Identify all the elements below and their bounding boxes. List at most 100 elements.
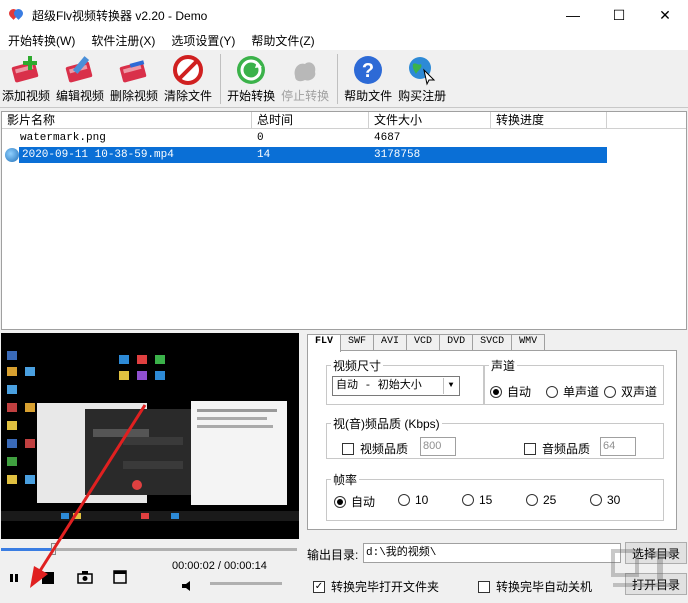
stop-convert-label: 停止转换 <box>281 89 330 103</box>
fps-30-label: 30 <box>607 493 621 507</box>
fps-25-label: 25 <box>543 493 557 507</box>
file-duration: 14 <box>257 148 271 161</box>
channel-auto-label: 自动 <box>507 385 532 399</box>
svg-text:?: ? <box>362 60 374 82</box>
menu-options[interactable]: 选项设置(Y) <box>163 32 243 49</box>
file-name: watermark.png <box>20 131 106 144</box>
file-size: 4687 <box>374 131 401 144</box>
table-row-selected[interactable]: 2020-09-11 10-38-59.mp4 14 3178758 <box>2 146 686 163</box>
fps-25-radio[interactable]: 25 <box>526 493 556 507</box>
tab-svcd[interactable]: SVCD <box>472 334 513 351</box>
delete-video-button[interactable]: 删除视频 <box>108 54 160 104</box>
fullscreen-button[interactable] <box>110 567 130 587</box>
audio-quality-checkbox[interactable]: 音频品质 <box>524 440 590 457</box>
output-dir-label: 输出目录: <box>307 548 359 562</box>
video-size-value: 自动 - 初始大小 <box>336 380 422 392</box>
flv-settings-panel: 视频尺寸 自动 - 初始大小 ▼ 声道 自动 单声道 双声道 视(音)频品质 (… <box>307 350 677 530</box>
delete-video-icon <box>119 60 147 83</box>
edit-video-label: 编辑视频 <box>56 89 105 103</box>
buy-register-button[interactable]: 购买注册 <box>396 54 448 104</box>
camera-icon <box>77 571 93 584</box>
menu-bar: 开始转换(W) 软件注册(X) 选项设置(Y) 帮助文件(Z) <box>0 30 688 51</box>
file-name: 2020-09-11 10-38-59.mp4 <box>22 148 174 161</box>
channel-stereo-radio[interactable]: 双声道 <box>604 383 657 400</box>
stop-convert-icon <box>294 62 316 82</box>
minimize-button[interactable]: — <box>550 0 596 30</box>
close-button[interactable]: ✕ <box>642 0 688 30</box>
file-list[interactable]: 影片名称 总时间 文件大小 转换进度 watermark.png 0 4687 … <box>1 111 687 330</box>
fps-label: 帧率 <box>333 473 358 487</box>
column-name[interactable]: 影片名称 <box>2 112 252 128</box>
open-folder-checkbox[interactable]: ✓ 转换完毕打开文件夹 <box>313 578 439 595</box>
menu-help[interactable]: 帮助文件(Z) <box>243 32 322 49</box>
start-convert-icon <box>237 56 266 84</box>
video-preview[interactable] <box>1 333 299 539</box>
tab-vcd[interactable]: VCD <box>406 334 441 351</box>
video-size-select[interactable]: 自动 - 初始大小 ▼ <box>332 376 460 396</box>
file-duration: 0 <box>257 131 264 144</box>
fps-auto-radio[interactable]: 自动 <box>334 493 375 510</box>
seek-handle[interactable] <box>51 543 57 555</box>
menu-register[interactable]: 软件注册(X) <box>83 32 163 49</box>
video-file-icon <box>5 147 19 162</box>
fps-30-radio[interactable]: 30 <box>590 493 620 507</box>
title-bar: 超级Flv视频转换器 v2.20 - Demo — ☐ ✕ <box>0 0 688 30</box>
window-icon <box>113 570 127 584</box>
fps-10-radio[interactable]: 10 <box>398 493 428 507</box>
fps-15-radio[interactable]: 15 <box>462 493 492 507</box>
volume-button[interactable] <box>178 576 198 596</box>
column-progress[interactable]: 转换进度 <box>491 112 607 128</box>
tab-avi[interactable]: AVI <box>373 334 408 351</box>
start-convert-button[interactable]: 开始转换 <box>225 54 277 104</box>
menu-start-convert[interactable]: 开始转换(W) <box>0 32 83 49</box>
tab-swf[interactable]: SWF <box>340 334 375 351</box>
stop-button[interactable] <box>38 568 58 588</box>
stop-convert-button[interactable]: 停止转换 <box>279 54 331 104</box>
start-convert-label: 开始转换 <box>227 89 276 103</box>
dropdown-arrow-icon[interactable]: ▼ <box>443 378 458 394</box>
preview-frame-image <box>1 333 299 539</box>
playback-time: 00:00:02 / 00:00:14 <box>172 560 267 572</box>
table-row[interactable]: watermark.png 0 4687 <box>2 129 686 146</box>
edit-video-button[interactable]: 编辑视频 <box>54 54 106 104</box>
channel-stereo-label: 双声道 <box>621 385 658 399</box>
video-quality-input[interactable]: 800 <box>420 437 456 456</box>
globe-cursor-icon <box>409 57 436 86</box>
add-video-icon <box>11 56 39 83</box>
help-file-label: 帮助文件 <box>344 89 393 103</box>
open-folder-label: 转换完毕打开文件夹 <box>331 580 440 594</box>
site-watermark-logo <box>611 549 675 587</box>
channel-mono-radio[interactable]: 单声道 <box>546 383 599 400</box>
file-list-header: 影片名称 总时间 文件大小 转换进度 <box>2 112 686 129</box>
column-duration[interactable]: 总时间 <box>252 112 369 128</box>
audio-quality-input[interactable]: 64 <box>600 437 636 456</box>
fps-10-label: 10 <box>415 493 429 507</box>
column-size[interactable]: 文件大小 <box>369 112 491 128</box>
edit-video-icon <box>65 56 93 83</box>
pause-icon <box>10 574 18 582</box>
pause-button[interactable] <box>4 568 24 588</box>
tab-wmv[interactable]: WMV <box>511 334 546 351</box>
delete-video-label: 删除视频 <box>110 89 159 103</box>
maximize-button[interactable]: ☐ <box>596 0 642 30</box>
seek-progress <box>1 548 52 551</box>
clear-files-label: 清除文件 <box>164 89 213 103</box>
tab-flv[interactable]: FLV <box>307 334 342 352</box>
add-video-button[interactable]: 添加视频 <box>0 54 52 104</box>
app-logo-icon <box>7 7 25 23</box>
tab-dvd[interactable]: DVD <box>439 334 474 351</box>
toolbar-separator <box>337 54 339 104</box>
add-video-label: 添加视频 <box>2 89 51 103</box>
channel-auto-radio[interactable]: 自动 <box>490 383 531 400</box>
auto-shutdown-label: 转换完毕自动关机 <box>496 580 593 594</box>
output-dir-input[interactable]: d:\我的视频\ <box>363 543 621 563</box>
snapshot-button[interactable] <box>75 567 95 587</box>
volume-slider[interactable] <box>210 582 282 585</box>
video-quality-checkbox[interactable]: 视频品质 <box>342 440 408 457</box>
clear-files-button[interactable]: 清除文件 <box>162 54 214 104</box>
auto-shutdown-checkbox[interactable]: 转换完毕自动关机 <box>478 578 592 595</box>
buy-register-label: 购买注册 <box>398 89 447 103</box>
help-file-button[interactable]: ? 帮助文件 <box>342 54 394 104</box>
window-title: 超级Flv视频转换器 v2.20 - Demo <box>32 8 208 23</box>
seek-slider[interactable] <box>1 543 301 555</box>
